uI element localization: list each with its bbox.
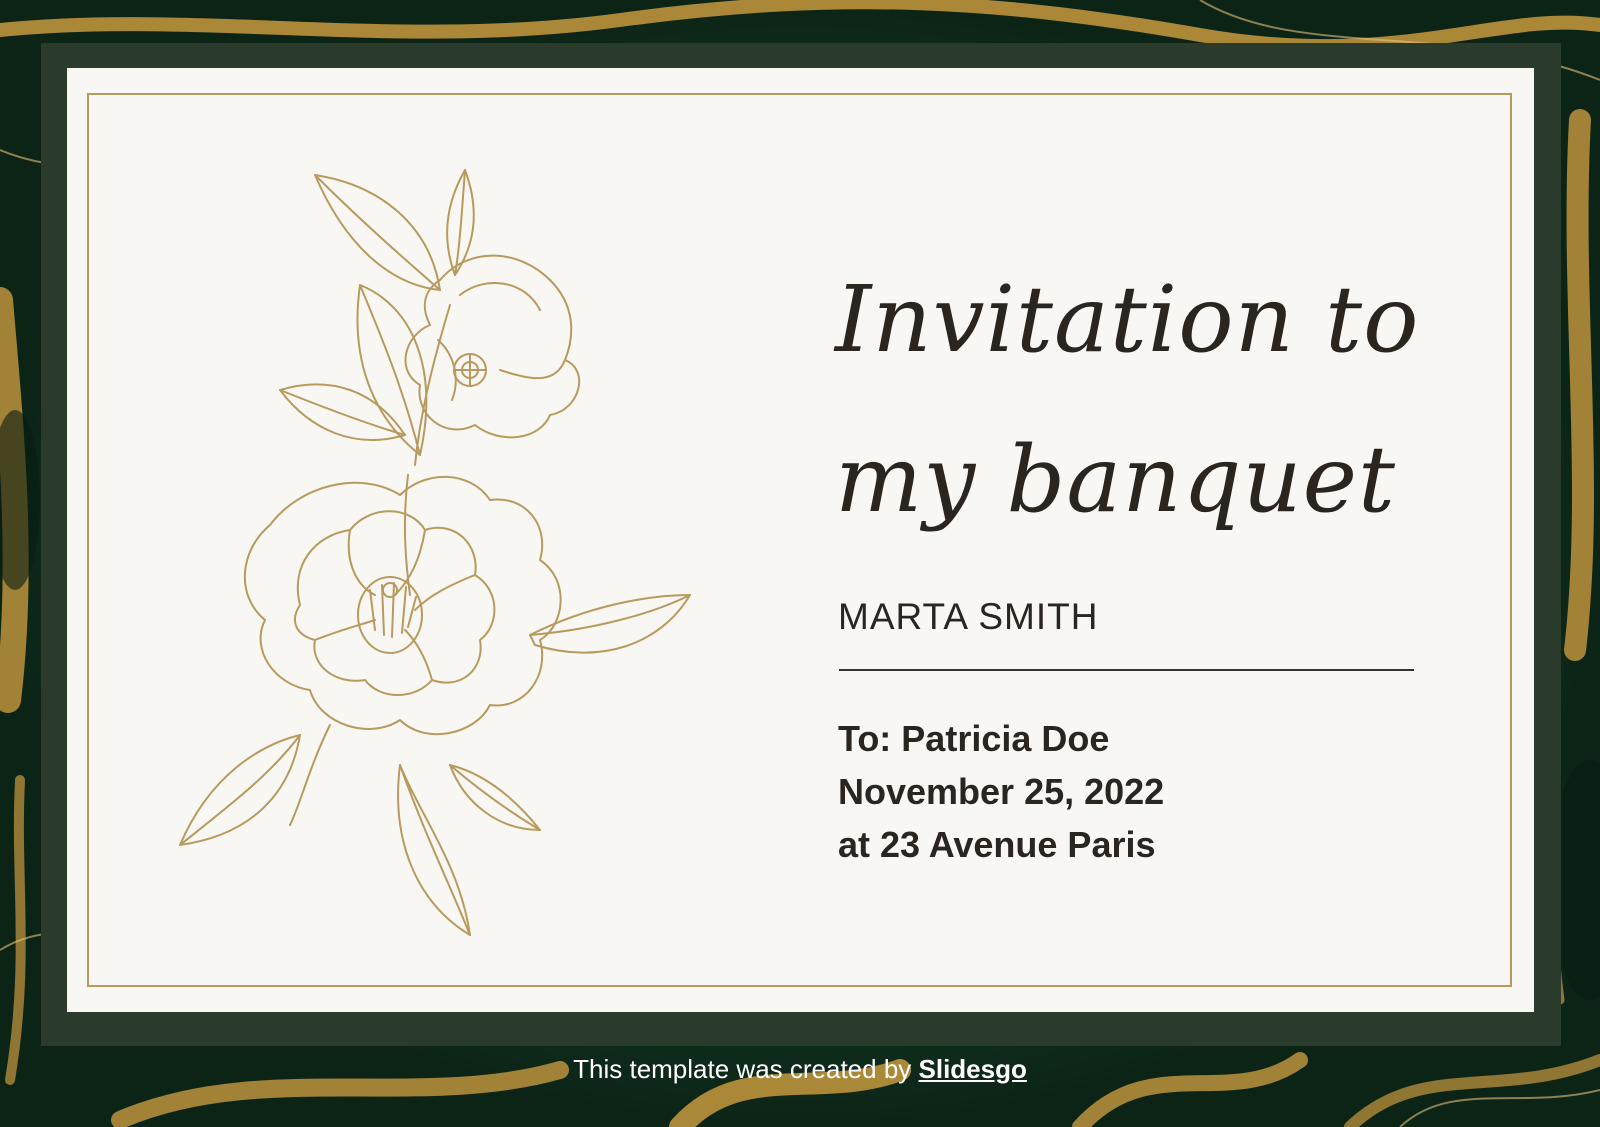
date-line: November 25, 2022	[838, 771, 1165, 812]
title-line-1: Invitation to	[835, 266, 1420, 373]
title-line-2: my banquet	[835, 426, 1397, 533]
invitation-details: To: Patricia Doe November 25, 2022 at 23…	[838, 712, 1164, 871]
slidesgo-link[interactable]: Slidesgo	[919, 1054, 1027, 1084]
footer-credit: This template was created by Slidesgo	[0, 1054, 1600, 1085]
credit-text: This template was created by	[573, 1054, 919, 1084]
floral-illustration	[179, 169, 691, 936]
divider-line	[839, 669, 1414, 671]
invitation-title: Invitation to my banquet	[835, 240, 1535, 560]
host-name: MARTA SMITH	[838, 596, 1099, 637]
location-line: at 23 Avenue Paris	[838, 824, 1156, 865]
recipient-line: To: Patricia Doe	[838, 718, 1110, 759]
